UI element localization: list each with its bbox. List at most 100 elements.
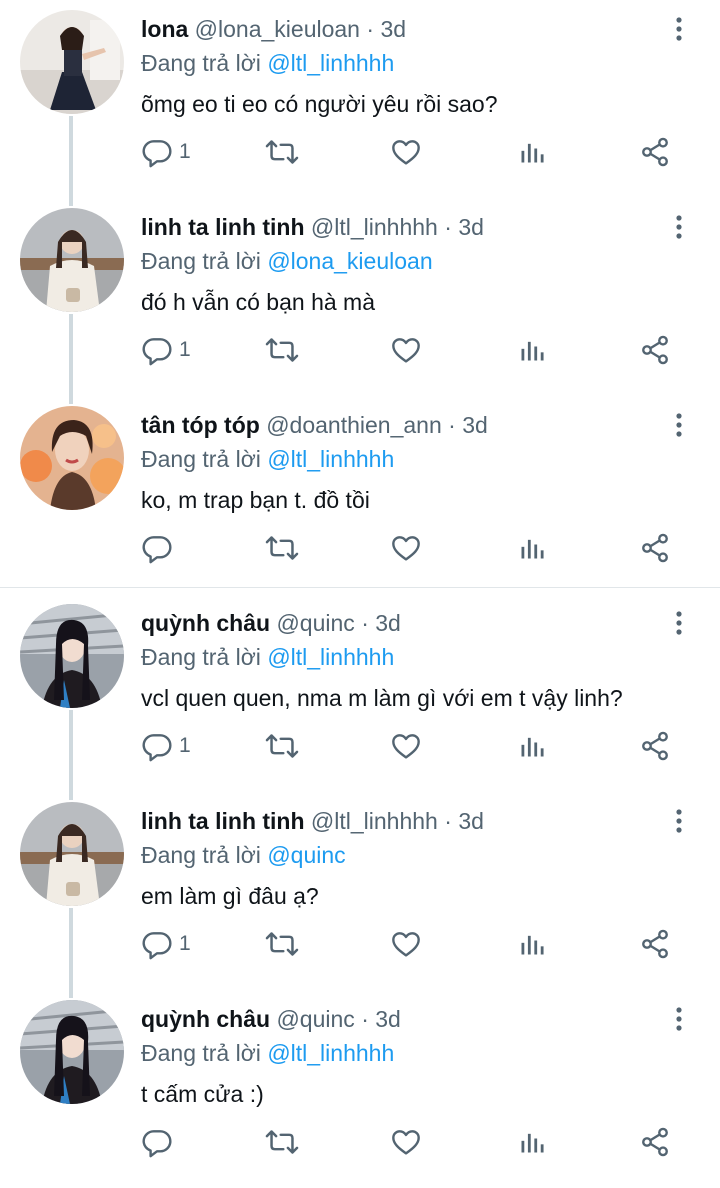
retweet-button[interactable]	[265, 528, 299, 568]
timestamp[interactable]: 3d	[375, 610, 401, 636]
like-icon	[390, 334, 422, 366]
like-button[interactable]	[390, 924, 422, 964]
reply-button[interactable]	[141, 528, 179, 568]
retweet-button[interactable]	[265, 132, 299, 172]
like-button[interactable]	[390, 330, 422, 370]
tweet-header: tân tóp tóp @doanthien_ann · 3d	[141, 410, 488, 440]
reply-mention-link[interactable]: @quinc	[267, 842, 345, 868]
reply-mention-link[interactable]: @ltl_linhhhh	[267, 50, 394, 76]
share-button[interactable]	[639, 528, 671, 568]
views-button[interactable]	[518, 132, 546, 172]
user-handle[interactable]: @ltl_linhhhh	[311, 808, 438, 834]
display-name[interactable]: quỳnh châu	[141, 610, 270, 636]
retweet-button[interactable]	[265, 330, 299, 370]
views-icon	[518, 732, 546, 760]
display-name[interactable]: quỳnh châu	[141, 1006, 270, 1032]
avatar[interactable]	[20, 802, 124, 906]
avatar[interactable]	[20, 406, 124, 510]
display-name[interactable]: linh ta linh tinh	[141, 808, 305, 834]
reply-mention-link[interactable]: @ltl_linhhhh	[267, 1040, 394, 1066]
reply-button[interactable]: 1	[141, 924, 191, 964]
retweet-button[interactable]	[265, 924, 299, 964]
timestamp[interactable]: 3d	[462, 412, 488, 438]
share-button[interactable]	[639, 132, 671, 172]
views-button[interactable]	[518, 924, 546, 964]
share-button[interactable]	[639, 726, 671, 766]
retweet-icon	[265, 1126, 299, 1158]
display-name[interactable]: lona	[141, 16, 188, 42]
share-button[interactable]	[639, 924, 671, 964]
like-button[interactable]	[390, 528, 422, 568]
more-vertical-icon[interactable]	[664, 14, 694, 44]
avatar[interactable]	[20, 604, 124, 708]
user-handle[interactable]: @doanthien_ann	[266, 412, 442, 438]
user-handle[interactable]: @lona_kieuloan	[195, 16, 360, 42]
display-name[interactable]: linh ta linh tinh	[141, 214, 305, 240]
avatar[interactable]	[20, 208, 124, 312]
like-button[interactable]	[390, 132, 422, 172]
timestamp[interactable]: 3d	[458, 808, 484, 834]
more-vertical-icon[interactable]	[664, 212, 694, 242]
tweet-header: quỳnh châu @quinc · 3d	[141, 1004, 401, 1034]
avatar[interactable]	[20, 10, 124, 114]
display-name[interactable]: tân tóp tóp	[141, 412, 260, 438]
tweet-text: em làm gì đâu ạ?	[141, 883, 319, 909]
views-button[interactable]	[518, 726, 546, 766]
retweet-icon	[265, 532, 299, 564]
reply-mention-link[interactable]: @ltl_linhhhh	[267, 446, 394, 472]
retweet-button[interactable]	[265, 726, 299, 766]
views-button[interactable]	[518, 330, 546, 370]
more-vertical-icon[interactable]	[664, 1004, 694, 1034]
share-icon	[639, 136, 671, 168]
share-button[interactable]	[639, 330, 671, 370]
like-button[interactable]	[390, 726, 422, 766]
tweet-item[interactable]: quỳnh châu @quinc · 3d Đang trả lời @ltl…	[0, 594, 720, 800]
user-handle[interactable]: @ltl_linhhhh	[311, 214, 438, 240]
reply-button[interactable]: 1	[141, 132, 191, 172]
tweet-header: linh ta linh tinh @ltl_linhhhh · 3d	[141, 806, 484, 836]
retweet-button[interactable]	[265, 1122, 299, 1162]
tweet-header: quỳnh châu @quinc · 3d	[141, 608, 401, 638]
replying-to: Đang trả lời @lona_kieuloan	[141, 246, 433, 276]
timestamp[interactable]: 3d	[375, 1006, 401, 1032]
replying-to: Đang trả lời @ltl_linhhhh	[141, 642, 394, 672]
tweet-actions: 1	[0, 726, 720, 766]
reply-button[interactable]: 1	[141, 330, 191, 370]
more-vertical-icon[interactable]	[664, 608, 694, 638]
tweet-item[interactable]: linh ta linh tinh @ltl_linhhhh · 3d Đang…	[0, 792, 720, 998]
thread-divider	[0, 587, 720, 588]
tweet-item[interactable]: quỳnh châu @quinc · 3d Đang trả lời @ltl…	[0, 990, 720, 1188]
retweet-icon	[265, 136, 299, 168]
like-icon	[390, 730, 422, 762]
views-button[interactable]	[518, 528, 546, 568]
tweet-text: đó h vẫn có bạn hà mà	[141, 289, 375, 315]
views-button[interactable]	[518, 1122, 546, 1162]
more-vertical-icon[interactable]	[664, 806, 694, 836]
reply-mention-link[interactable]: @ltl_linhhhh	[267, 644, 394, 670]
tweet-item[interactable]: lona @lona_kieuloan · 3d Đang trả lời @l…	[0, 0, 720, 206]
share-icon	[639, 1126, 671, 1158]
reply-button[interactable]	[141, 1122, 179, 1162]
reply-icon	[141, 136, 173, 168]
separator-dot: ·	[361, 1006, 369, 1032]
reply-button[interactable]: 1	[141, 726, 191, 766]
tweet-item[interactable]: tân tóp tóp @doanthien_ann · 3d Đang trả…	[0, 396, 720, 594]
separator-dot: ·	[448, 412, 456, 438]
share-button[interactable]	[639, 1122, 671, 1162]
like-icon	[390, 928, 422, 960]
user-handle[interactable]: @quinc	[276, 610, 354, 636]
tweet-actions: 1	[0, 924, 720, 964]
replying-to-label: Đang trả lời	[141, 644, 261, 670]
reply-mention-link[interactable]: @lona_kieuloan	[267, 248, 432, 274]
retweet-icon	[265, 730, 299, 762]
tweet-actions	[0, 528, 720, 568]
more-vertical-icon[interactable]	[664, 410, 694, 440]
tweet-item[interactable]: linh ta linh tinh @ltl_linhhhh · 3d Đang…	[0, 198, 720, 404]
user-handle[interactable]: @quinc	[276, 1006, 354, 1032]
like-button[interactable]	[390, 1122, 422, 1162]
avatar[interactable]	[20, 1000, 124, 1104]
views-icon	[518, 138, 546, 166]
retweet-icon	[265, 334, 299, 366]
timestamp[interactable]: 3d	[458, 214, 484, 240]
timestamp[interactable]: 3d	[380, 16, 406, 42]
